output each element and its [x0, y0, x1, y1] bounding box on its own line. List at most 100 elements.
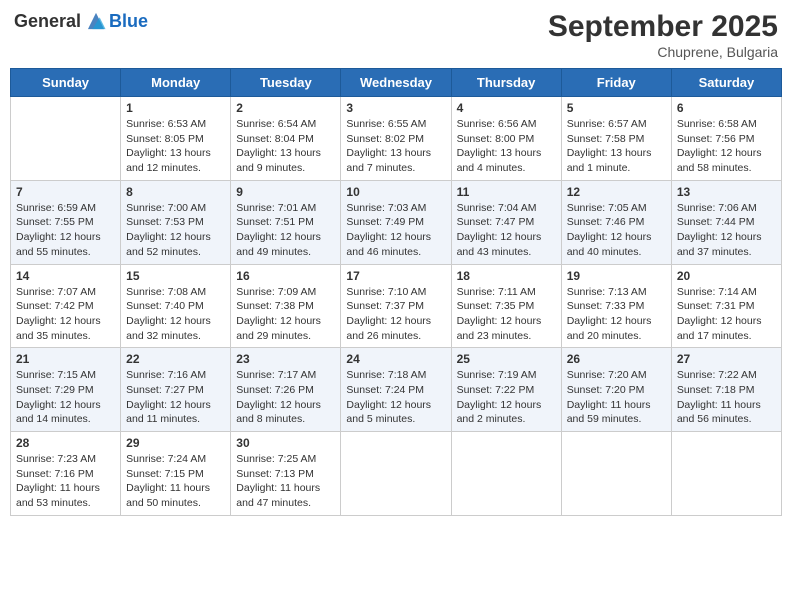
day-number: 23 — [236, 352, 335, 366]
calendar-cell: 19Sunrise: 7:13 AM Sunset: 7:33 PM Dayli… — [561, 264, 671, 348]
logo-icon — [85, 10, 107, 32]
weekday-header-wednesday: Wednesday — [341, 69, 451, 97]
day-number: 28 — [16, 436, 115, 450]
day-info: Sunrise: 7:23 AM Sunset: 7:16 PM Dayligh… — [16, 452, 115, 511]
day-number: 27 — [677, 352, 776, 366]
day-number: 26 — [567, 352, 666, 366]
calendar-cell: 27 Sunrise: 7:22 AM Sunset: 7:18 PM Dayli… — [671, 348, 781, 432]
day-number: 24 — [346, 352, 445, 366]
calendar-cell: 16 Sunrise: 7:09 AM Sunset: 7:38 PM Dayli… — [231, 264, 341, 348]
calendar-cell: 18 Sunrise: 7:11 AM Sunset: 7:35 PM Dayli… — [451, 264, 561, 348]
calendar-cell: 5 Sunrise: 6:57 AM Sunset: 7:58 PM Daylig… — [561, 97, 671, 181]
calendar-cell: 23Sunrise: 7:17 AM Sunset: 7:26 PM Dayli… — [231, 348, 341, 432]
logo-general: General — [14, 11, 81, 32]
day-number: 22 — [126, 352, 225, 366]
calendar-cell: 3Sunrise: 6:55 AM Sunset: 8:02 PM Daylig… — [341, 97, 451, 181]
calendar-cell: 26 Sunrise: 7:20 AM Sunset: 7:20 PM Dayli… — [561, 348, 671, 432]
calendar-cell: 25 Sunrise: 7:19 AM Sunset: 7:22 PM Dayli… — [451, 348, 561, 432]
day-info: Sunrise: 7:25 AM Sunset: 7:13 PM Dayligh… — [236, 452, 335, 511]
calendar-cell: 15 Sunrise: 7:08 AM Sunset: 7:40 PM Dayli… — [121, 264, 231, 348]
day-number: 30 — [236, 436, 335, 450]
calendar-cell: 21 Sunrise: 7:15 AM Sunset: 7:29 PM Dayli… — [11, 348, 121, 432]
day-number: 18 — [457, 269, 556, 283]
calendar-cell: 29 Sunrise: 7:24 AM Sunset: 7:15 PM Dayli… — [121, 432, 231, 516]
day-info: Sunrise: 7:22 AM Sunset: 7:18 PM Dayligh… — [677, 368, 776, 427]
day-info: Sunrise: 7:01 AM Sunset: 7:51 PM Dayligh… — [236, 201, 335, 260]
weekday-header-tuesday: Tuesday — [231, 69, 341, 97]
weekday-header-saturday: Saturday — [671, 69, 781, 97]
weekday-header-friday: Friday — [561, 69, 671, 97]
day-number: 6 — [677, 101, 776, 115]
calendar-cell: 11 Sunrise: 7:04 AM Sunset: 7:47 PM Dayli… — [451, 180, 561, 264]
day-number: 4 — [457, 101, 556, 115]
calendar-cell: 2Sunrise: 6:54 AM Sunset: 8:04 PM Daylig… — [231, 97, 341, 181]
day-info: Sunrise: 7:08 AM Sunset: 7:40 PM Dayligh… — [126, 285, 225, 344]
calendar-cell: 6 Sunrise: 6:58 AM Sunset: 7:56 PM Daylig… — [671, 97, 781, 181]
day-info: Sunrise: 6:58 AM Sunset: 7:56 PM Dayligh… — [677, 117, 776, 176]
day-number: 8 — [126, 185, 225, 199]
day-number: 25 — [457, 352, 556, 366]
day-info: Sunrise: 7:14 AM Sunset: 7:31 PM Dayligh… — [677, 285, 776, 344]
day-info: Sunrise: 7:15 AM Sunset: 7:29 PM Dayligh… — [16, 368, 115, 427]
day-info: Sunrise: 7:00 AM Sunset: 7:53 PM Dayligh… — [126, 201, 225, 260]
calendar-cell: 10Sunrise: 7:03 AM Sunset: 7:49 PM Dayli… — [341, 180, 451, 264]
calendar-table: SundayMondayTuesdayWednesdayThursdayFrid… — [10, 68, 782, 516]
calendar-cell — [671, 432, 781, 516]
day-number: 13 — [677, 185, 776, 199]
week-row-1: 1Sunrise: 6:53 AM Sunset: 8:05 PM Daylig… — [11, 97, 782, 181]
title-block: September 2025 Chuprene, Bulgaria — [548, 10, 778, 60]
day-number: 29 — [126, 436, 225, 450]
logo: General Blue — [14, 10, 148, 32]
day-info: Sunrise: 6:53 AM Sunset: 8:05 PM Dayligh… — [126, 117, 225, 176]
calendar-cell: 28 Sunrise: 7:23 AM Sunset: 7:16 PM Dayli… — [11, 432, 121, 516]
day-info: Sunrise: 6:59 AM Sunset: 7:55 PM Dayligh… — [16, 201, 115, 260]
day-number: 5 — [567, 101, 666, 115]
week-row-3: 14Sunrise: 7:07 AM Sunset: 7:42 PM Dayli… — [11, 264, 782, 348]
day-info: Sunrise: 7:04 AM Sunset: 7:47 PM Dayligh… — [457, 201, 556, 260]
calendar-cell — [341, 432, 451, 516]
day-info: Sunrise: 6:57 AM Sunset: 7:58 PM Dayligh… — [567, 117, 666, 176]
weekday-header-thursday: Thursday — [451, 69, 561, 97]
logo-blue: Blue — [109, 11, 148, 32]
day-number: 15 — [126, 269, 225, 283]
calendar-cell: 20 Sunrise: 7:14 AM Sunset: 7:31 PM Dayli… — [671, 264, 781, 348]
day-number: 21 — [16, 352, 115, 366]
week-row-5: 28 Sunrise: 7:23 AM Sunset: 7:16 PM Dayli… — [11, 432, 782, 516]
day-info: Sunrise: 7:19 AM Sunset: 7:22 PM Dayligh… — [457, 368, 556, 427]
day-number: 14 — [16, 269, 115, 283]
calendar-cell — [451, 432, 561, 516]
day-number: 7 — [16, 185, 115, 199]
calendar-cell: 24 Sunrise: 7:18 AM Sunset: 7:24 PM Dayli… — [341, 348, 451, 432]
day-number: 12 — [567, 185, 666, 199]
calendar-cell: 12Sunrise: 7:05 AM Sunset: 7:46 PM Dayli… — [561, 180, 671, 264]
week-row-2: 7 Sunrise: 6:59 AM Sunset: 7:55 PM Daylig… — [11, 180, 782, 264]
calendar-cell: 8 Sunrise: 7:00 AM Sunset: 7:53 PM Daylig… — [121, 180, 231, 264]
page-header: General Blue September 2025 Chuprene, Bu… — [10, 10, 782, 60]
day-number: 20 — [677, 269, 776, 283]
day-number: 3 — [346, 101, 445, 115]
day-number: 16 — [236, 269, 335, 283]
location-title: Chuprene, Bulgaria — [548, 44, 778, 60]
day-info: Sunrise: 7:11 AM Sunset: 7:35 PM Dayligh… — [457, 285, 556, 344]
calendar-cell: 30 Sunrise: 7:25 AM Sunset: 7:13 PM Dayli… — [231, 432, 341, 516]
day-number: 11 — [457, 185, 556, 199]
calendar-cell: 1Sunrise: 6:53 AM Sunset: 8:05 PM Daylig… — [121, 97, 231, 181]
day-info: Sunrise: 7:18 AM Sunset: 7:24 PM Dayligh… — [346, 368, 445, 427]
day-info: Sunrise: 7:24 AM Sunset: 7:15 PM Dayligh… — [126, 452, 225, 511]
calendar-cell: 13 Sunrise: 7:06 AM Sunset: 7:44 PM Dayli… — [671, 180, 781, 264]
day-number: 10 — [346, 185, 445, 199]
day-info: Sunrise: 7:16 AM Sunset: 7:27 PM Dayligh… — [126, 368, 225, 427]
day-number: 19 — [567, 269, 666, 283]
calendar-cell: 14Sunrise: 7:07 AM Sunset: 7:42 PM Dayli… — [11, 264, 121, 348]
calendar-cell — [561, 432, 671, 516]
day-info: Sunrise: 7:09 AM Sunset: 7:38 PM Dayligh… — [236, 285, 335, 344]
calendar-cell: 17 Sunrise: 7:10 AM Sunset: 7:37 PM Dayli… — [341, 264, 451, 348]
calendar-cell: 22 Sunrise: 7:16 AM Sunset: 7:27 PM Dayli… — [121, 348, 231, 432]
day-info: Sunrise: 6:54 AM Sunset: 8:04 PM Dayligh… — [236, 117, 335, 176]
day-info: Sunrise: 7:10 AM Sunset: 7:37 PM Dayligh… — [346, 285, 445, 344]
day-info: Sunrise: 7:06 AM Sunset: 7:44 PM Dayligh… — [677, 201, 776, 260]
day-info: Sunrise: 6:56 AM Sunset: 8:00 PM Dayligh… — [457, 117, 556, 176]
weekday-header-sunday: Sunday — [11, 69, 121, 97]
day-number: 17 — [346, 269, 445, 283]
day-info: Sunrise: 7:20 AM Sunset: 7:20 PM Dayligh… — [567, 368, 666, 427]
